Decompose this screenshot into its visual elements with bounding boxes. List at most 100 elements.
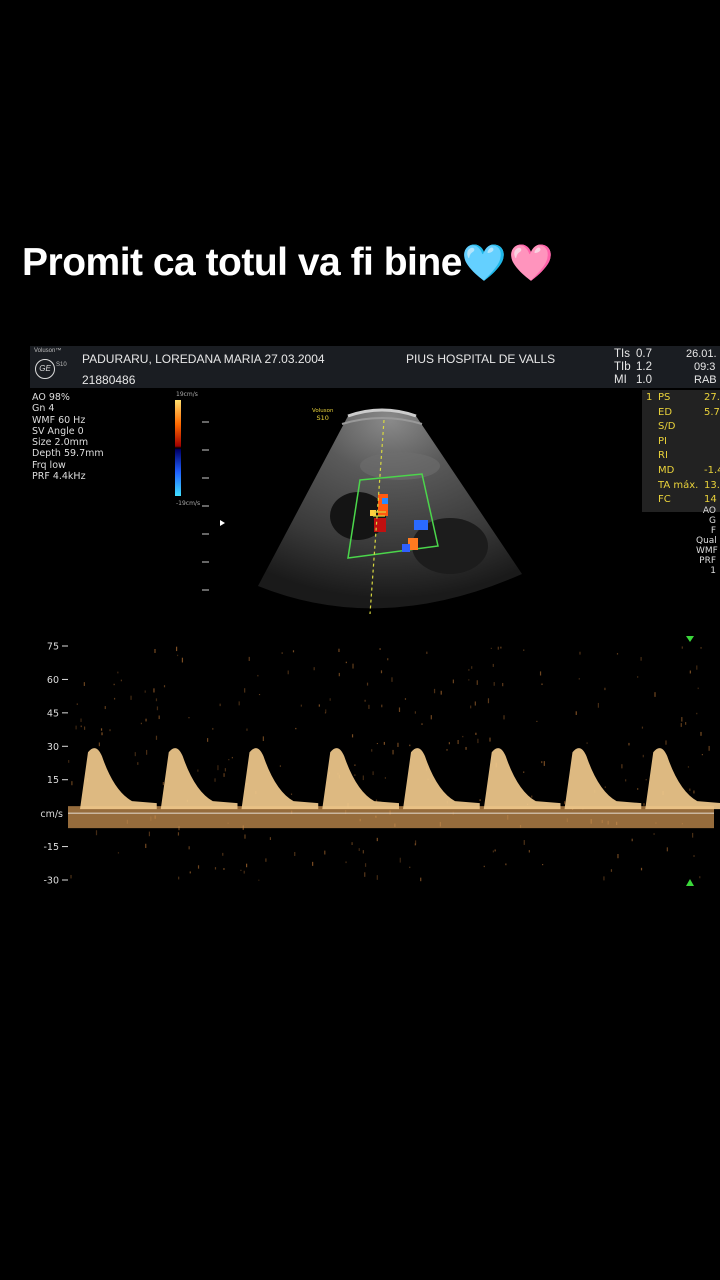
baseline-clutter bbox=[68, 806, 714, 829]
noise-speckle bbox=[153, 688, 155, 693]
noise-speckle bbox=[366, 682, 369, 686]
noise-speckle bbox=[206, 738, 209, 742]
noise-speckle bbox=[354, 764, 356, 766]
noise-speckle bbox=[564, 801, 566, 805]
noise-speckle bbox=[643, 803, 645, 806]
measurement-label: PS bbox=[658, 392, 671, 403]
noise-speckle bbox=[680, 723, 682, 727]
noise-speckle bbox=[487, 698, 490, 704]
noise-speckle bbox=[616, 653, 619, 655]
noise-speckle bbox=[603, 876, 605, 881]
noise-speckle bbox=[474, 701, 476, 706]
doppler-waveform-peak bbox=[564, 748, 642, 810]
y-tick-label: 15 bbox=[47, 775, 59, 786]
measurement-row: ED 5.7 bbox=[642, 407, 720, 421]
noise-speckle bbox=[329, 698, 331, 701]
noise-speckle bbox=[345, 861, 347, 864]
noise-speckle bbox=[637, 788, 639, 790]
noise-speckle bbox=[492, 850, 494, 853]
noise-speckle bbox=[597, 702, 600, 708]
noise-speckle bbox=[224, 768, 226, 772]
y-tick-label: 30 bbox=[47, 742, 59, 753]
noise-speckle bbox=[541, 761, 543, 764]
noise-speckle bbox=[144, 690, 146, 693]
noise-speckle bbox=[175, 646, 178, 652]
noise-speckle bbox=[146, 749, 148, 755]
noise-speckle bbox=[109, 729, 111, 732]
noise-speckle bbox=[364, 872, 366, 877]
noise-speckle bbox=[130, 695, 132, 700]
sweep-marker-icon bbox=[686, 879, 694, 886]
sweep-marker-icon bbox=[686, 636, 694, 642]
noise-speckle bbox=[471, 666, 473, 669]
measurement-label: MD bbox=[658, 465, 675, 476]
noise-speckle bbox=[120, 679, 122, 682]
noise-speckle bbox=[625, 779, 627, 782]
noise-speckle bbox=[368, 704, 370, 709]
noise-speckle bbox=[177, 832, 180, 836]
noise-speckle bbox=[462, 735, 464, 738]
noise-speckle bbox=[542, 864, 544, 866]
noise-speckle bbox=[134, 752, 136, 757]
measurement-panel: 1 PS 27.1 ED 5.7 S/D PI RI MD -1.4 TA máx. 13.0 FC 14 bbox=[642, 390, 720, 512]
noise-speckle bbox=[489, 737, 491, 742]
noise-speckle bbox=[430, 715, 432, 720]
noise-speckle bbox=[420, 877, 422, 882]
noise-speckle bbox=[696, 712, 698, 715]
noise-speckle bbox=[246, 728, 248, 731]
noise-speckle bbox=[708, 745, 710, 751]
right-params: AO G F Qual WMF PRF 1 bbox=[696, 506, 718, 576]
noise-speckle bbox=[640, 867, 643, 871]
noise-speckle bbox=[621, 764, 623, 769]
noise-speckle bbox=[113, 697, 116, 700]
noise-speckle bbox=[483, 865, 485, 868]
noise-speckle bbox=[117, 852, 120, 854]
noise-speckle bbox=[324, 850, 326, 855]
noise-speckle bbox=[76, 703, 78, 705]
noise-speckle bbox=[494, 849, 496, 852]
noise-speckle bbox=[666, 847, 668, 852]
measurement-value: -1.4 bbox=[704, 465, 720, 476]
measurement-row: PI bbox=[642, 436, 720, 450]
noise-speckle bbox=[578, 677, 580, 680]
doppler-waveform-peak bbox=[483, 748, 561, 810]
noise-speckle bbox=[362, 775, 364, 781]
noise-speckle bbox=[398, 707, 401, 712]
noise-speckle bbox=[665, 740, 667, 745]
noise-speckle bbox=[71, 781, 73, 786]
noise-speckle bbox=[197, 769, 199, 772]
noise-speckle bbox=[243, 870, 245, 874]
noise-speckle bbox=[502, 682, 504, 687]
noise-speckle bbox=[523, 771, 525, 773]
noise-speckle bbox=[176, 654, 179, 657]
noise-speckle bbox=[70, 874, 72, 879]
noise-speckle bbox=[539, 671, 542, 676]
noise-speckle bbox=[689, 670, 691, 674]
noise-speckle bbox=[258, 879, 260, 881]
noise-speckle bbox=[376, 875, 378, 880]
noise-speckle bbox=[617, 854, 619, 859]
noise-speckle bbox=[156, 706, 159, 711]
noise-speckle bbox=[104, 706, 106, 710]
noise-speckle bbox=[692, 832, 694, 838]
noise-speckle bbox=[245, 863, 248, 868]
noise-speckle bbox=[409, 744, 411, 747]
noise-speckle bbox=[351, 842, 353, 845]
noise-speckle bbox=[628, 742, 630, 746]
ultrasound-scan: Voluson™ GE S10 PADURARU, LOREDANA MARIA… bbox=[30, 346, 720, 892]
b-mode-image bbox=[202, 408, 522, 615]
doppler-waveform-peak bbox=[241, 748, 319, 810]
measurement-label: FC bbox=[658, 494, 671, 506]
noise-speckle bbox=[528, 850, 530, 853]
noise-speckle bbox=[158, 715, 160, 720]
right-param: AO bbox=[702, 506, 716, 516]
noise-speckle bbox=[228, 759, 230, 761]
noise-speckle bbox=[490, 647, 492, 649]
noise-speckle bbox=[414, 843, 416, 846]
noise-speckle bbox=[497, 646, 499, 650]
right-param: WMF bbox=[696, 546, 718, 556]
noise-speckle bbox=[364, 863, 367, 867]
noise-speckle bbox=[379, 648, 381, 650]
y-tick-label: 75 bbox=[47, 642, 59, 653]
right-param: Qual bbox=[696, 536, 717, 546]
